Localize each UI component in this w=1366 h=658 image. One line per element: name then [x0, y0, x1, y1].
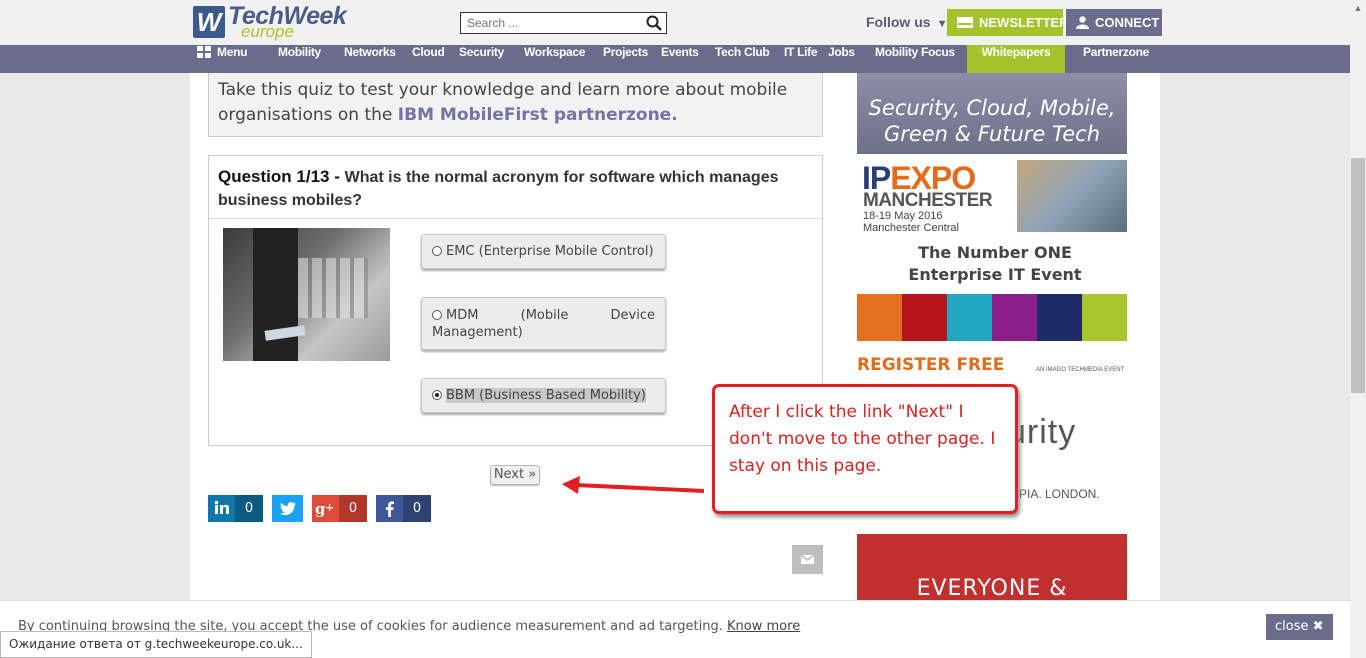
email-share-button[interactable] [792, 545, 823, 574]
ipexpo-venue-text: Manchester Central [863, 222, 959, 234]
tagline-line-2: Enterprise IT Event [908, 265, 1082, 284]
googleplus-icon: g + [312, 495, 339, 522]
nav-item-security[interactable]: Security [459, 45, 504, 73]
nav-item-whitepapers[interactable]: Whitepapers [967, 45, 1065, 73]
partnerzone-link[interactable]: IBM MobileFirst partnerzone. [398, 105, 678, 125]
googleplus-share[interactable]: g + 0 [312, 495, 367, 522]
facebook-icon [376, 495, 403, 522]
connect-label: CONNECT [1095, 15, 1160, 30]
follow-us-label: Follow us [866, 14, 931, 30]
nav-item-label: Menu [217, 45, 248, 59]
nav-item-events[interactable]: Events [661, 45, 699, 73]
search-input[interactable] [461, 13, 641, 33]
register-free-text[interactable]: REGISTER FREE [857, 355, 1004, 375]
site-logo[interactable]: W TechWeek europe [193, 2, 347, 42]
category-bar [947, 294, 992, 341]
nav-item-jobs[interactable]: Jobs [828, 45, 855, 73]
ad-line-2: Green & Future Tech [883, 122, 1101, 146]
answer-option-2[interactable]: MDM (Mobile Device Management) [421, 297, 666, 350]
ad-line-1: Security, Cloud, Mobile, [868, 96, 1116, 120]
category-bar [1082, 294, 1127, 341]
radio-button[interactable] [432, 310, 442, 320]
nav-item-tech-club[interactable]: Tech Club [715, 45, 770, 73]
cookie-close-button[interactable]: close ✖ [1266, 614, 1333, 640]
logo-subtitle: europe [241, 22, 294, 41]
ipexpo-dates: 18-19 May 2016 Manchester Central [863, 210, 959, 234]
answer-option-3[interactable]: BBM (Business Based Mobility) [421, 378, 666, 413]
annotation-callout: After I click the link "Next" I don't mo… [712, 384, 1018, 514]
nav-item-networks[interactable]: Networks [344, 45, 396, 73]
nav-item-mobility-focus[interactable]: Mobility Focus [875, 45, 955, 73]
nav-item-workspace[interactable]: Workspace [524, 45, 585, 73]
radio-button-selected[interactable] [432, 390, 442, 400]
nav-item-partnerzone[interactable]: Partnerzone [1083, 45, 1149, 73]
sidebar-ad-everyone[interactable]: EVERYONE & [857, 534, 1127, 604]
facebook-share[interactable]: 0 [376, 495, 432, 522]
linkedin-icon [208, 495, 235, 522]
question-header: Question 1/13 - What is the normal acron… [209, 156, 822, 219]
next-button[interactable]: Next » [490, 465, 540, 485]
ad3-subline: MPIA. LONDON. [1009, 487, 1100, 501]
envelope-icon [957, 17, 973, 28]
linkedin-share[interactable]: 0 [208, 495, 263, 522]
category-bar [857, 294, 902, 341]
nav-item-menu[interactable]: Menu [197, 45, 247, 73]
annotation-arrow [562, 476, 705, 494]
know-more-link[interactable]: Know more [727, 619, 800, 634]
scrollbar-thumb[interactable] [1351, 158, 1365, 393]
event-organizer-text: AN IMAGO TECHMEDIA EVENT [1036, 367, 1125, 373]
ipexpo-city: MANCHESTER [863, 190, 993, 211]
main-nav: Menu Mobility Networks Cloud Security Wo… [0, 45, 1350, 73]
category-bar [992, 294, 1037, 341]
newsletter-button[interactable]: NEWSLETTER [947, 9, 1069, 36]
question-image [223, 228, 390, 361]
answer-label: BBM (Business Based Mobility) [446, 388, 646, 403]
question-number: Question 1/13 - [218, 167, 340, 186]
grid-menu-icon [197, 46, 211, 58]
answer-option-1[interactable]: EMC (Enterprise Mobile Control) [421, 234, 666, 269]
sidebar-ad-ipexpo[interactable]: IPEXPO MANCHESTER 18-19 May 2016 Manches… [857, 160, 1127, 343]
linkedin-count: 0 [235, 495, 263, 522]
user-icon [1076, 16, 1089, 29]
category-bar [1037, 294, 1082, 341]
follow-us-dropdown[interactable]: Follow us ▼ [866, 14, 947, 30]
envelope-icon [800, 554, 815, 564]
ad-photo [1017, 160, 1127, 232]
scroll-up-arrow-icon[interactable]: ▲ [1350, 0, 1366, 16]
quiz-intro: Take this quiz to test your knowledge an… [208, 73, 823, 137]
radio-button[interactable] [432, 246, 442, 256]
sidebar-ad-techweek[interactable]: Security, Cloud, Mobile, Green & Future … [857, 73, 1127, 154]
answer-label: EMC (Enterprise Mobile Control) [446, 244, 654, 259]
category-bar [902, 294, 947, 341]
ad-category-bars [857, 294, 1127, 341]
chevron-down-icon: ▼ [936, 18, 948, 30]
search-icon[interactable] [646, 15, 662, 31]
top-header: W TechWeek europe Follow us▼ NEWSLETTER … [0, 0, 1350, 45]
tagline-line-1: The Number ONE [918, 243, 1072, 262]
facebook-count: 0 [403, 495, 431, 522]
ad4-text: EVERYONE & [916, 576, 1068, 601]
twitter-share[interactable] [272, 495, 303, 522]
search-box [460, 12, 667, 34]
twitter-icon [272, 495, 303, 522]
ipexpo-date-text: 18-19 May 2016 [863, 210, 943, 222]
logo-mark: W [193, 6, 225, 38]
nav-item-cloud[interactable]: Cloud [412, 45, 445, 73]
nav-item-mobility[interactable]: Mobility [278, 45, 321, 73]
answer-label: MDM (Mobile Device Management) [432, 308, 655, 340]
connect-button[interactable]: CONNECT [1066, 9, 1162, 36]
newsletter-label: NEWSLETTER [979, 15, 1069, 30]
nav-item-it-life[interactable]: IT Life [784, 45, 818, 73]
ad-tagline: The Number ONE Enterprise IT Event [857, 242, 1133, 286]
googleplus-count: 0 [339, 495, 367, 522]
nav-item-projects[interactable]: Projects [603, 45, 648, 73]
browser-status-bar: Ожидание ответа от g.techweekeurope.co.u… [0, 631, 312, 658]
svg-text:+: + [325, 501, 334, 514]
